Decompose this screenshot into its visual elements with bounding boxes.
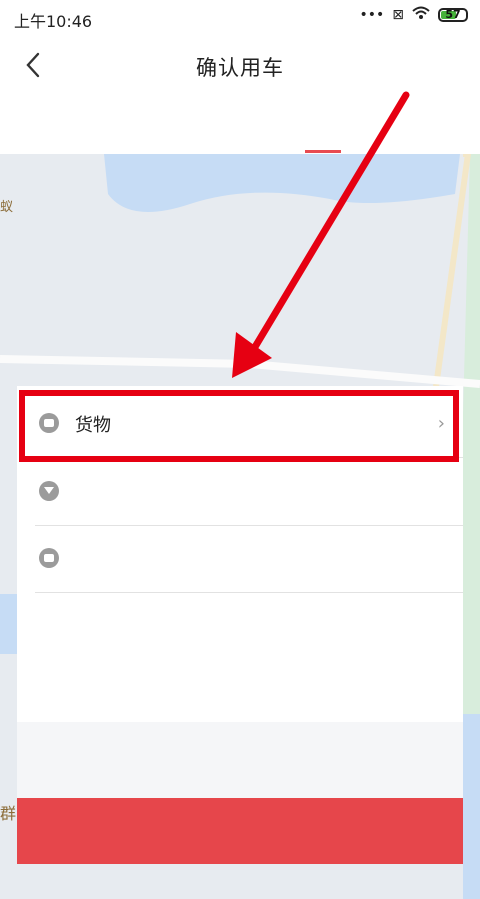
map-label: 蚁 <box>0 200 14 215</box>
status-time: 上午10:46 <box>14 12 93 31</box>
status-bar: 上午10:46 ••• ⊠ 57 <box>0 0 480 36</box>
battery-percent: 57 <box>445 8 461 21</box>
battery-icon: 57 <box>438 8 468 22</box>
location-row[interactable] <box>17 459 463 525</box>
divider <box>35 592 463 593</box>
title-bar: 确认用车 <box>0 36 480 96</box>
location-icon <box>39 481 59 501</box>
confirm-button[interactable] <box>17 798 463 864</box>
wallet-icon <box>39 548 59 568</box>
close-box-icon: ⊠ <box>392 7 404 23</box>
payment-row[interactable] <box>17 526 463 592</box>
wifi-icon <box>412 6 430 24</box>
more-dots-icon: ••• <box>359 7 385 23</box>
page-title: 确认用车 <box>196 56 284 80</box>
lake-shape <box>104 154 460 212</box>
tab-indicator <box>305 150 341 153</box>
bottom-summary <box>17 722 463 798</box>
map-label: 群 <box>0 804 17 823</box>
status-icons: ••• ⊠ 57 <box>359 6 468 24</box>
highlight-box <box>19 390 459 462</box>
